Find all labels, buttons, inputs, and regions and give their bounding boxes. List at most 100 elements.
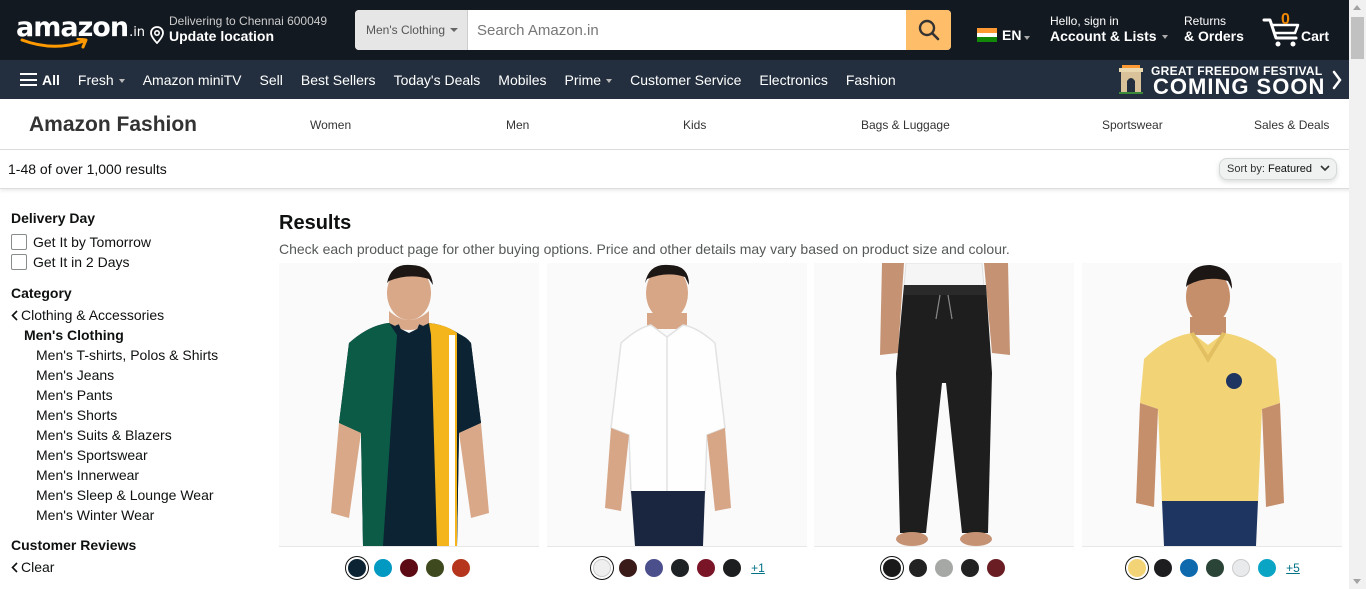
color-swatch[interactable] — [909, 559, 927, 577]
sort-dropdown[interactable]: Sort by: Featured — [1219, 158, 1337, 180]
nav-label: Fashion — [845, 71, 896, 88]
yellow-polo-image — [1082, 263, 1342, 546]
scrollbar-thumb[interactable] — [1351, 17, 1364, 59]
nav-item-prime[interactable]: Prime — [565, 72, 613, 88]
page-scrollbar[interactable] — [1349, 0, 1366, 589]
search-category-label: Men's Clothing — [366, 23, 445, 37]
scroll-down-arrow-icon[interactable] — [1353, 579, 1361, 584]
nav-item-customer-service[interactable]: Customer Service — [630, 72, 741, 88]
amazon-fashion-title[interactable]: Amazon Fashion — [29, 113, 197, 137]
nav-item-best-sellers[interactable]: Best Sellers — [301, 72, 376, 88]
reviews-clear-link[interactable]: Clear — [11, 557, 251, 577]
product-image-yellow-polo[interactable] — [1082, 263, 1342, 546]
chevron-down-icon — [1320, 165, 1330, 172]
color-swatch[interactable] — [400, 559, 418, 577]
reviews-clear-label: Clear — [21, 559, 55, 575]
color-swatch[interactable] — [1180, 559, 1199, 577]
subcategory-link[interactable]: Men's Sportswear — [11, 445, 251, 465]
subcategory-link[interactable]: Men's Pants — [11, 385, 251, 405]
subnav-link-men[interactable]: Men — [506, 118, 529, 132]
color-swatch[interactable] — [671, 559, 690, 577]
card-divider — [1082, 546, 1342, 547]
subcategory-link[interactable]: Men's Winter Wear — [11, 505, 251, 525]
color-swatch[interactable] — [426, 559, 444, 577]
subnav-link-sales-deals[interactable]: Sales & Deals — [1254, 118, 1329, 132]
subnav-link-women[interactable]: Women — [310, 118, 351, 132]
filters-sidebar: Delivery Day Get It by Tomorrow Get It i… — [11, 210, 251, 577]
subnav-link-kids[interactable]: Kids — [683, 118, 706, 132]
color-swatch[interactable] — [723, 559, 742, 577]
nav-item-sell[interactable]: Sell — [260, 72, 283, 88]
sort-label: Sort by: — [1227, 163, 1265, 175]
nav-item-fresh[interactable]: Fresh — [78, 72, 125, 88]
subcategory-link[interactable]: Men's Shorts — [11, 405, 251, 425]
returns-orders-link[interactable]: Returns & Orders — [1184, 14, 1244, 44]
chevron-down-icon — [1161, 35, 1168, 39]
product-image-green-navy-yellow-polo[interactable] — [279, 263, 539, 546]
more-colors-link[interactable]: +1 — [751, 561, 765, 575]
language-selector[interactable]: EN — [977, 25, 1031, 45]
color-swatch[interactable] — [452, 559, 470, 577]
results-info-bar: 1-48 of over 1,000 results Sort by: Feat… — [0, 150, 1366, 189]
nav-item-mobiles[interactable]: Mobiles — [498, 72, 546, 88]
product-card: +1 — [547, 263, 807, 589]
category-back-link[interactable]: Clothing & Accessories — [11, 305, 251, 325]
subcategory-link[interactable]: Men's Sleep & Lounge Wear — [11, 485, 251, 505]
subnav-link-bags-luggage[interactable]: Bags & Luggage — [861, 118, 950, 132]
color-swatch[interactable] — [593, 559, 612, 577]
nav-item-fashion[interactable]: Fashion — [846, 72, 896, 88]
cart-button[interactable]: 0 Cart — [1262, 11, 1332, 48]
filter-get-it-2-days[interactable]: Get It in 2 Days — [11, 252, 251, 272]
top-header: amazon.in Delivering to Chennai 600049 U… — [0, 0, 1366, 60]
nav-item-minitv[interactable]: Amazon miniTV — [143, 72, 242, 88]
subnav-link-sportswear[interactable]: Sportswear — [1102, 118, 1163, 132]
subcategory-link[interactable]: Men's T-shirts, Polos & Shirts — [11, 345, 251, 365]
color-swatch[interactable] — [1154, 559, 1173, 577]
promo-line2: COMING SOON — [1153, 74, 1326, 99]
color-swatch[interactable] — [987, 559, 1005, 577]
promo-banner[interactable]: GREAT FREEDOM FESTIVAL COMING SOON — [1118, 60, 1348, 99]
subcategory-link[interactable]: Men's Innerwear — [11, 465, 251, 485]
returns-line2: & Orders — [1184, 28, 1244, 44]
color-swatch[interactable] — [1128, 559, 1147, 577]
india-gate-icon — [1119, 65, 1143, 94]
nav-item-todays-deals[interactable]: Today's Deals — [394, 72, 481, 88]
color-swatch[interactable] — [697, 559, 716, 577]
location-line2: Update location — [169, 28, 275, 44]
nav-label: Sell — [259, 71, 283, 88]
color-swatches: +5 — [1082, 557, 1342, 579]
chevron-down-icon — [606, 78, 613, 83]
amazon-logo[interactable]: amazon.in — [16, 12, 145, 52]
color-swatch[interactable] — [961, 559, 979, 577]
nav-item-electronics[interactable]: Electronics — [759, 72, 827, 88]
card-divider — [547, 546, 807, 547]
checkbox[interactable] — [11, 234, 27, 250]
hamburger-icon — [20, 73, 37, 86]
color-swatch[interactable] — [619, 559, 638, 577]
more-colors-link[interactable]: +5 — [1286, 561, 1300, 575]
subcategory-link[interactable]: Men's Suits & Blazers — [11, 425, 251, 445]
product-image-white-shirt[interactable] — [547, 263, 807, 546]
sort-value: Featured — [1267, 163, 1312, 175]
color-swatch[interactable] — [1232, 559, 1251, 577]
nav-label: Customer Service — [630, 71, 742, 88]
checkbox[interactable] — [11, 254, 27, 270]
search-category-dropdown[interactable]: Men's Clothing — [355, 10, 468, 50]
search-button[interactable] — [906, 10, 951, 50]
search-input[interactable] — [468, 10, 906, 50]
product-image-black-track-pants[interactable] — [814, 263, 1074, 546]
color-swatch[interactable] — [348, 559, 366, 577]
color-swatch[interactable] — [374, 559, 392, 577]
track-pants-image — [814, 263, 1074, 546]
account-menu[interactable]: Hello, sign in Account & Lists — [1050, 14, 1168, 44]
nav-all-menu[interactable]: All — [20, 72, 60, 88]
color-swatch[interactable] — [1258, 559, 1277, 577]
color-swatch[interactable] — [935, 559, 953, 577]
color-swatch[interactable] — [1206, 559, 1225, 577]
filter-get-it-tomorrow[interactable]: Get It by Tomorrow — [11, 232, 251, 252]
color-swatch[interactable] — [645, 559, 664, 577]
color-swatch[interactable] — [883, 559, 901, 577]
scroll-up-arrow-icon[interactable] — [1353, 5, 1361, 10]
filter-label: Get It by Tomorrow — [33, 234, 152, 250]
subcategory-link[interactable]: Men's Jeans — [11, 365, 251, 385]
